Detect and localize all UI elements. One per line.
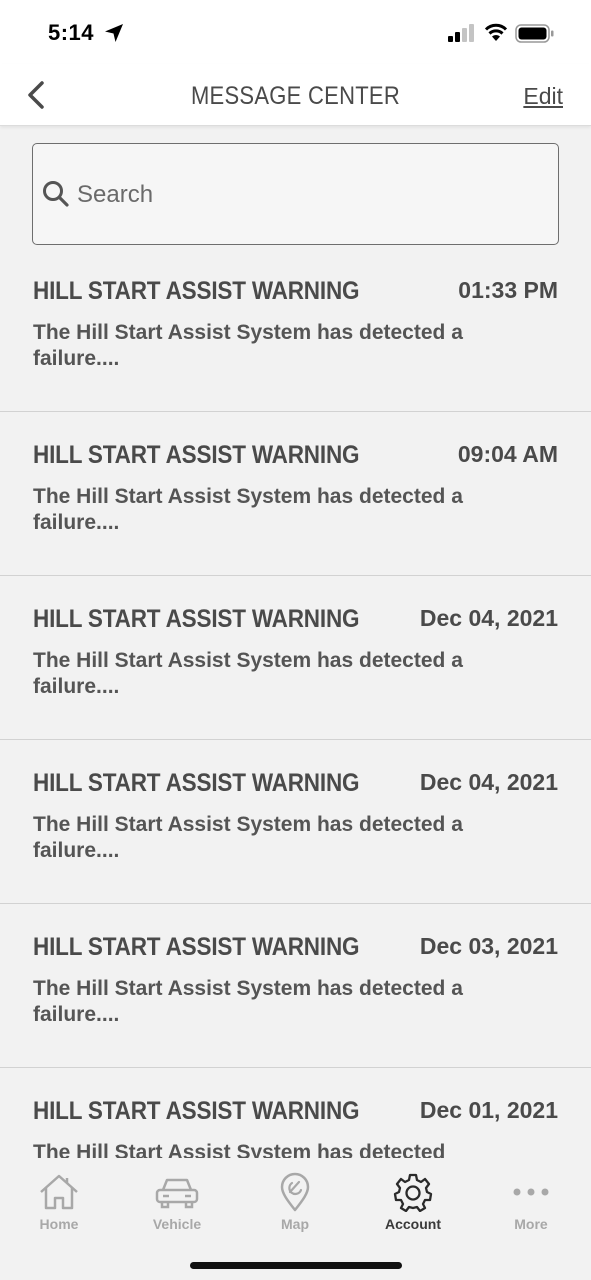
message-date: Dec 01, 2021: [419, 1097, 558, 1123]
edit-button[interactable]: Edit: [523, 83, 563, 110]
status-bar: 5:14: [0, 0, 591, 64]
message-date: Dec 04, 2021: [419, 769, 558, 795]
tab-vehicle[interactable]: Vehicle: [127, 1172, 227, 1232]
nav-bar: MESSAGE CENTER Edit: [0, 64, 591, 126]
tab-more[interactable]: More: [481, 1172, 581, 1232]
message-title: HILL START ASSIST WARNING: [33, 769, 360, 797]
search-input[interactable]: Search: [32, 143, 559, 245]
status-time: 5:14: [48, 20, 95, 45]
message-preview: The Hill Start Assist System has detecte…: [33, 977, 463, 1026]
cellular-signal-icon: [448, 24, 474, 42]
message-preview: The Hill Start Assist System has detecte…: [33, 321, 463, 370]
tab-account[interactable]: Account: [363, 1172, 463, 1232]
message-row[interactable]: HILL START ASSIST WARNING Dec 03, 2021 T…: [0, 904, 591, 1068]
car-icon: [155, 1178, 199, 1209]
message-date: Dec 04, 2021: [419, 605, 558, 631]
more-icon: [513, 1188, 549, 1196]
message-date: 09:04 AM: [457, 441, 558, 467]
message-title: HILL START ASSIST WARNING: [33, 933, 360, 961]
message-preview: The Hill Start Assist System has detecte…: [33, 1141, 446, 1158]
battery-icon: [515, 24, 554, 43]
tab-label: Vehicle: [152, 1216, 202, 1232]
message-row[interactable]: HILL START ASSIST WARNING Dec 04, 2021 T…: [0, 740, 591, 904]
message-title: HILL START ASSIST WARNING: [33, 277, 360, 305]
map-pin-icon: [280, 1172, 310, 1212]
tab-label: Account: [385, 1216, 441, 1232]
search-icon: [43, 181, 69, 207]
message-list: HILL START ASSIST WARNING 01:33 PM The H…: [0, 248, 591, 1158]
wifi-icon: [484, 23, 508, 41]
message-title: HILL START ASSIST WARNING: [33, 441, 360, 469]
message-row[interactable]: HILL START ASSIST WARNING Dec 01, 2021 T…: [0, 1068, 591, 1158]
tab-bar: Home Vehicle Map Account More: [0, 1158, 591, 1280]
location-arrow-icon: [105, 24, 123, 42]
tab-map[interactable]: Map: [245, 1172, 345, 1232]
message-title: HILL START ASSIST WARNING: [33, 605, 360, 633]
message-date: Dec 03, 2021: [419, 933, 558, 959]
message-date: 01:33 PM: [458, 277, 558, 303]
message-preview: The Hill Start Assist System has detecte…: [33, 649, 463, 698]
tab-label: More: [514, 1216, 548, 1232]
search-placeholder: Search: [77, 181, 154, 208]
tab-label: Home: [39, 1216, 79, 1232]
gear-icon: [393, 1173, 433, 1212]
tab-home[interactable]: Home: [9, 1172, 109, 1232]
message-preview: The Hill Start Assist System has detecte…: [33, 485, 463, 534]
home-indicator: [190, 1262, 402, 1269]
home-icon: [40, 1174, 78, 1210]
page-title: MESSAGE CENTER: [190, 82, 401, 110]
message-row[interactable]: HILL START ASSIST WARNING 01:33 PM The H…: [0, 248, 591, 412]
message-row[interactable]: HILL START ASSIST WARNING Dec 04, 2021 T…: [0, 576, 591, 740]
tab-label: Map: [281, 1216, 309, 1232]
message-row[interactable]: HILL START ASSIST WARNING 09:04 AM The H…: [0, 412, 591, 576]
message-preview: The Hill Start Assist System has detecte…: [33, 813, 463, 862]
message-title: HILL START ASSIST WARNING: [33, 1097, 360, 1125]
